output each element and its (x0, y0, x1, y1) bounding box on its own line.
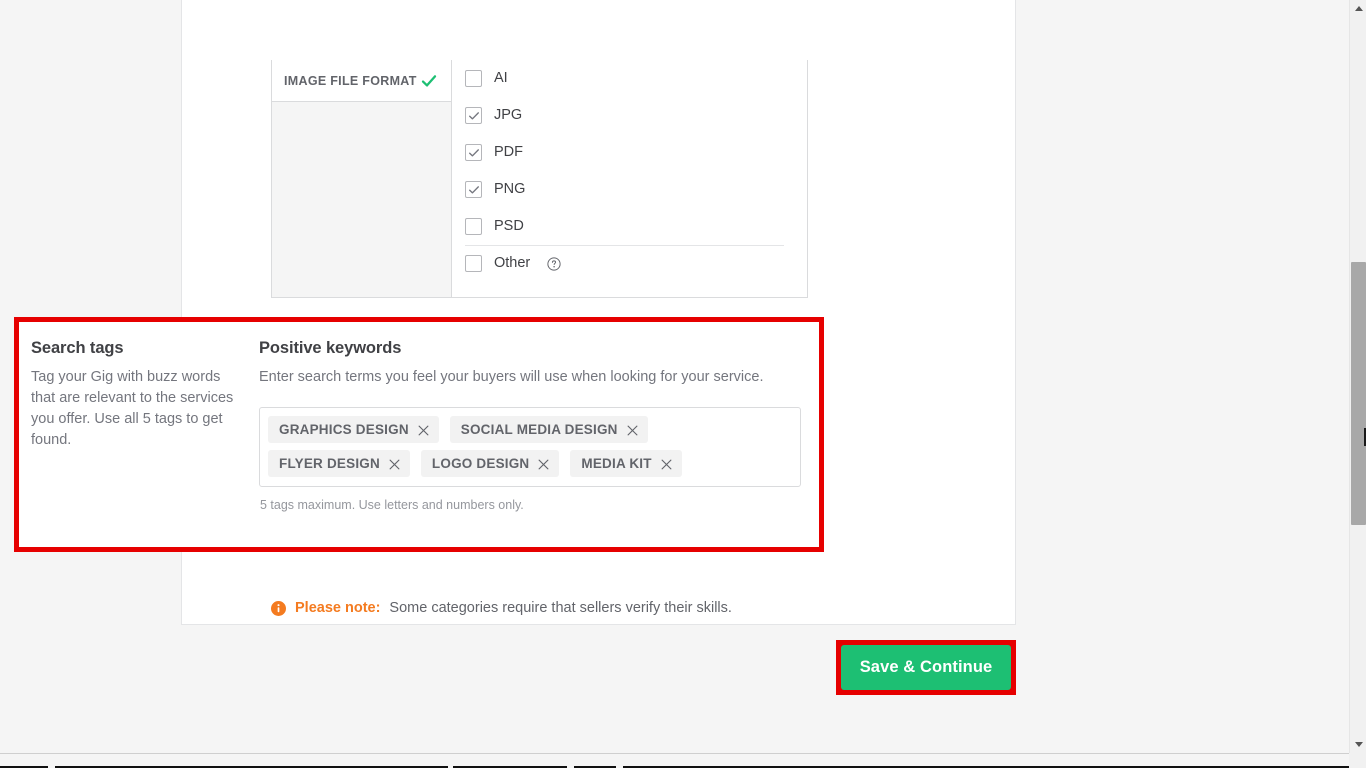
scrollbar-corner (1349, 753, 1366, 768)
keyword-chip-label: MEDIA KIT (581, 456, 652, 471)
green-check-icon (421, 73, 437, 89)
file-format-options: AI JPG PDF PNG PSD Other (452, 60, 807, 297)
file-format-label: JPG (494, 107, 523, 124)
save-button-highlight: Save & Continue (836, 640, 1016, 695)
please-note-row: Please note: Some categories require tha… (271, 600, 732, 616)
file-format-label: PDF (494, 144, 523, 161)
vertical-scrollbar[interactable] (1349, 0, 1366, 753)
keyword-chip[interactable]: MEDIA KIT (570, 450, 682, 477)
keyword-chip[interactable]: LOGO DESIGN (420, 450, 560, 477)
remove-keyword-icon[interactable] (661, 458, 672, 470)
info-icon (271, 600, 286, 616)
please-note-text: Some categories require that sellers ver… (389, 600, 732, 616)
image-file-format-block: IMAGE FILE FORMAT AI JPG PDF PNG PSD Other (271, 60, 808, 298)
search-tags-description: Tag your Gig with buzz words that are re… (31, 369, 234, 448)
keyword-chip-label: SOCIAL MEDIA DESIGN (460, 422, 618, 437)
file-format-row[interactable]: PSD (465, 208, 807, 245)
positive-keywords-panel: Positive keywords Enter search terms you… (259, 339, 801, 512)
checkbox-other[interactable] (465, 255, 482, 272)
checkbox-ai[interactable] (465, 70, 482, 87)
search-tags-title: Search tags (31, 339, 124, 357)
image-file-format-label: IMAGE FILE FORMAT (284, 73, 417, 88)
keyword-chip[interactable]: SOCIAL MEDIA DESIGN (449, 416, 648, 443)
remove-keyword-icon[interactable] (389, 458, 400, 470)
save-and-continue-button[interactable]: Save & Continue (841, 645, 1011, 690)
keyword-chip-label: LOGO DESIGN (431, 456, 530, 471)
file-format-list: AI JPG PDF PNG PSD Other (465, 60, 807, 282)
keyword-chip[interactable]: GRAPHICS DESIGN (268, 416, 439, 443)
checkbox-psd[interactable] (465, 218, 482, 235)
positive-keywords-input[interactable]: GRAPHICS DESIGN SOCIAL MEDIA DESIGN FLYER … (259, 407, 801, 487)
file-format-label: PNG (494, 181, 526, 198)
remove-keyword-icon[interactable] (538, 458, 549, 470)
vertical-scrollbar-thumb[interactable] (1351, 262, 1366, 525)
image-file-format-header: IMAGE FILE FORMAT (272, 60, 451, 102)
file-format-row[interactable]: PNG (465, 171, 807, 208)
remove-keyword-icon[interactable] (627, 424, 638, 436)
please-note-label: Please note: (295, 600, 381, 616)
search-tags-info: Search tags Tag your Gig with buzz words… (31, 339, 259, 512)
remove-keyword-icon[interactable] (418, 424, 429, 436)
file-format-label: PSD (494, 218, 524, 235)
file-format-row[interactable]: AI (465, 60, 807, 97)
metadata-left-placeholder (272, 102, 451, 297)
metadata-left-column: IMAGE FILE FORMAT (272, 60, 452, 297)
browser-viewport: IMAGE FILE FORMAT AI JPG PDF PNG PSD Other Se… (0, 0, 1366, 768)
search-tags-highlight-box: Search tags Tag your Gig with buzz words… (14, 317, 824, 552)
scroll-down-arrow-icon[interactable] (1350, 736, 1366, 753)
positive-keywords-description: Enter search terms you feel your buyers … (259, 369, 764, 385)
positive-keywords-title: Positive keywords (259, 339, 402, 357)
scroll-up-arrow-icon[interactable] (1350, 0, 1366, 17)
keyword-chip-label: GRAPHICS DESIGN (279, 422, 409, 437)
checkbox-pdf[interactable] (465, 144, 482, 161)
file-format-row[interactable]: PDF (465, 134, 807, 171)
file-format-row[interactable]: JPG (465, 97, 807, 134)
help-question-icon[interactable] (547, 256, 561, 271)
checkbox-png[interactable] (465, 181, 482, 198)
file-format-label: Other (494, 255, 531, 272)
keyword-chip[interactable]: FLYER DESIGN (268, 450, 410, 477)
checkbox-jpg[interactable] (465, 107, 482, 124)
horizontal-scrollbar[interactable] (0, 753, 1366, 768)
tags-hint-text: 5 tags maximum. Use letters and numbers … (260, 498, 524, 512)
keyword-chip-label: FLYER DESIGN (279, 456, 380, 471)
file-format-label: AI (494, 70, 508, 87)
file-format-row[interactable]: Other (465, 245, 807, 282)
